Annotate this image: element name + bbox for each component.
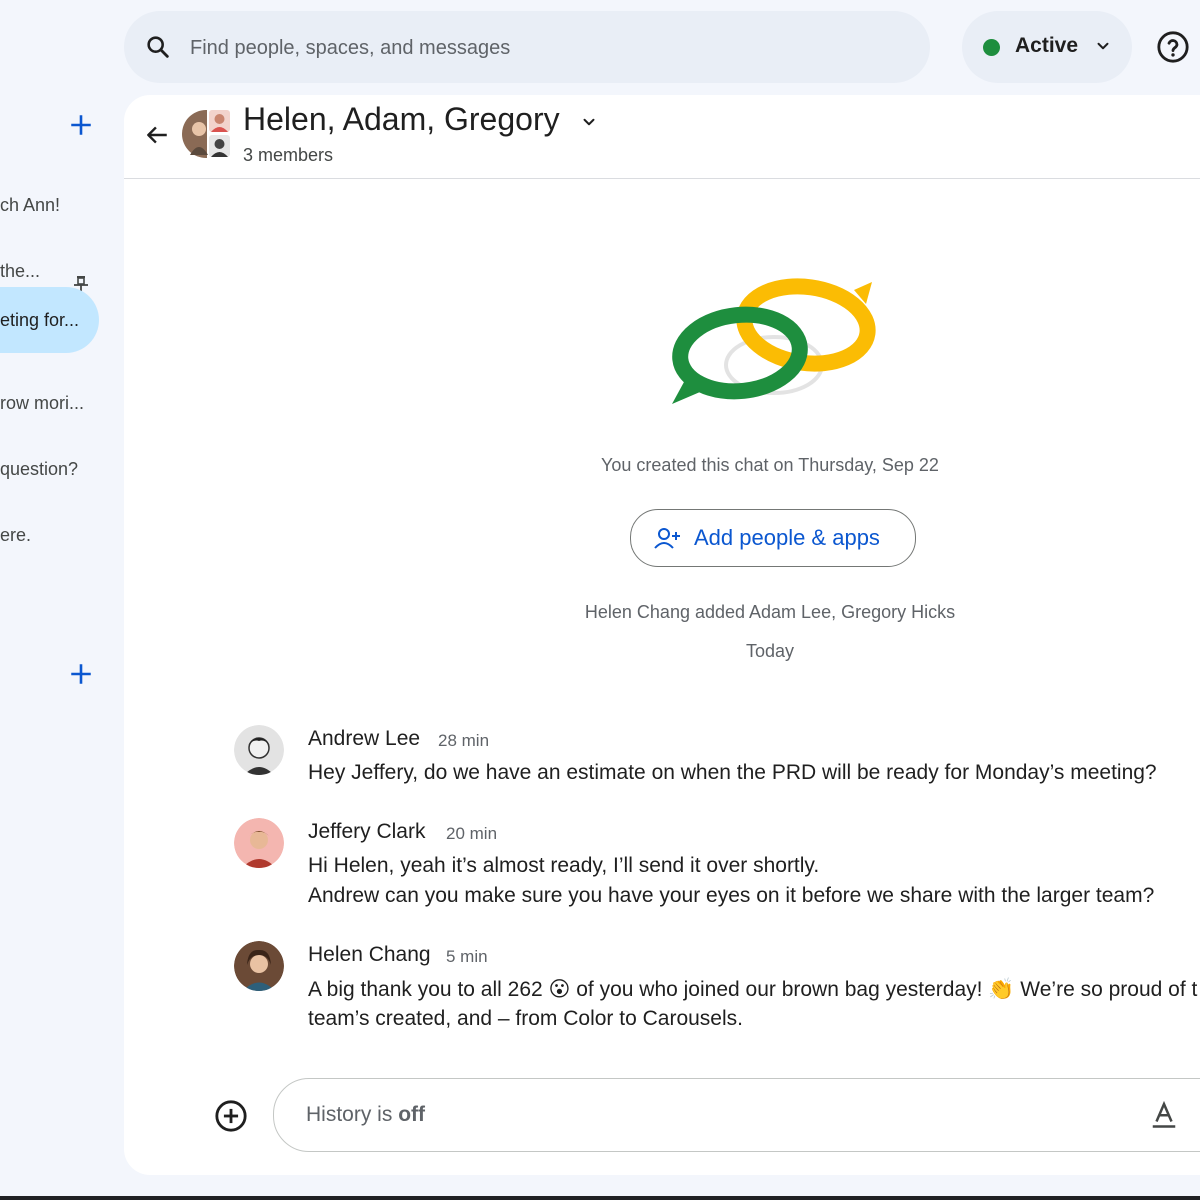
chevron-down-icon bbox=[1097, 42, 1109, 50]
chat-panel: Helen, Adam, Gregory 3 members You creat… bbox=[124, 95, 1200, 1175]
member-count[interactable]: 3 members bbox=[243, 145, 333, 166]
message-text: Hey Jeffery, do we have an estimate on w… bbox=[308, 761, 1157, 784]
avatar[interactable] bbox=[234, 725, 284, 775]
search-bar[interactable] bbox=[124, 11, 930, 83]
avatar[interactable] bbox=[234, 941, 284, 991]
day-divider: Today bbox=[745, 641, 795, 661]
text-format-icon[interactable] bbox=[1149, 1099, 1179, 1129]
message-time: 28 min bbox=[438, 731, 490, 750]
sidebar-chat-item[interactable]: ere. bbox=[0, 515, 31, 555]
chevron-down-icon[interactable] bbox=[580, 113, 598, 131]
status-selector[interactable]: Active bbox=[962, 11, 1132, 83]
search-input[interactable] bbox=[188, 29, 892, 67]
sidebar-chat-item-selected[interactable]: eting for... bbox=[0, 287, 99, 353]
sender-name[interactable]: Andrew Lee bbox=[308, 727, 420, 751]
add-people-apps-button[interactable]: Add people & apps bbox=[630, 509, 916, 567]
sidebar: ch Ann! the... eting for... row mori... … bbox=[0, 95, 124, 1200]
sidebar-chat-item[interactable]: ch Ann! bbox=[0, 185, 60, 225]
chat-app: Active ch Ann! the... eting for... row m… bbox=[0, 0, 1200, 1200]
message-text: Hi Helen, yeah it’s almost ready, I’ll s… bbox=[308, 854, 820, 877]
members-added-text: Helen Chang added Adam Lee, Gregory Hick… bbox=[584, 602, 956, 622]
window-bottom-edge bbox=[0, 1196, 1200, 1200]
add-people-apps-label: Add people & apps bbox=[694, 525, 880, 550]
search-icon[interactable] bbox=[144, 33, 172, 61]
new-space-plus-icon[interactable] bbox=[68, 661, 94, 687]
chat-header: Helen, Adam, Gregory 3 members bbox=[124, 95, 1200, 179]
sender-name[interactable]: Helen Chang bbox=[308, 943, 431, 967]
message-composer[interactable]: History is off bbox=[273, 1078, 1200, 1152]
chat-created-text: You created this chat on Thursday, Sep 2… bbox=[601, 455, 939, 475]
message-time: 20 min bbox=[446, 824, 498, 843]
sidebar-chat-item[interactable]: question? bbox=[0, 449, 78, 489]
sidebar-chat-item[interactable]: the... bbox=[0, 251, 40, 291]
chat-rings-logo-icon bbox=[672, 278, 876, 404]
status-dot bbox=[983, 39, 1000, 56]
status-label: Active bbox=[1015, 34, 1079, 57]
new-chat-plus-icon[interactable] bbox=[68, 112, 94, 138]
chat-title[interactable]: Helen, Adam, Gregory bbox=[243, 101, 560, 138]
history-prefix: History is bbox=[306, 1103, 399, 1126]
history-status-placeholder[interactable]: History is off bbox=[306, 1103, 425, 1127]
history-state: off bbox=[398, 1103, 426, 1126]
sender-name[interactable]: Jeffery Clark bbox=[308, 820, 425, 844]
back-arrow-icon[interactable] bbox=[144, 122, 170, 148]
message-time: 5 min bbox=[446, 947, 488, 966]
message-text: Andrew can you make sure you have your e… bbox=[308, 884, 1155, 907]
sidebar-chat-item[interactable]: row mori... bbox=[0, 383, 84, 423]
help-icon[interactable] bbox=[1156, 30, 1190, 64]
message-text: A big thank you to all 262 😮 of you who … bbox=[308, 978, 1198, 1001]
add-person-icon bbox=[654, 528, 680, 549]
group-avatar-icon[interactable] bbox=[182, 109, 232, 159]
add-attachment-icon[interactable] bbox=[214, 1099, 248, 1133]
message-text: team’s created, and – from Color to Caro… bbox=[308, 1007, 743, 1030]
avatar[interactable] bbox=[234, 818, 284, 868]
